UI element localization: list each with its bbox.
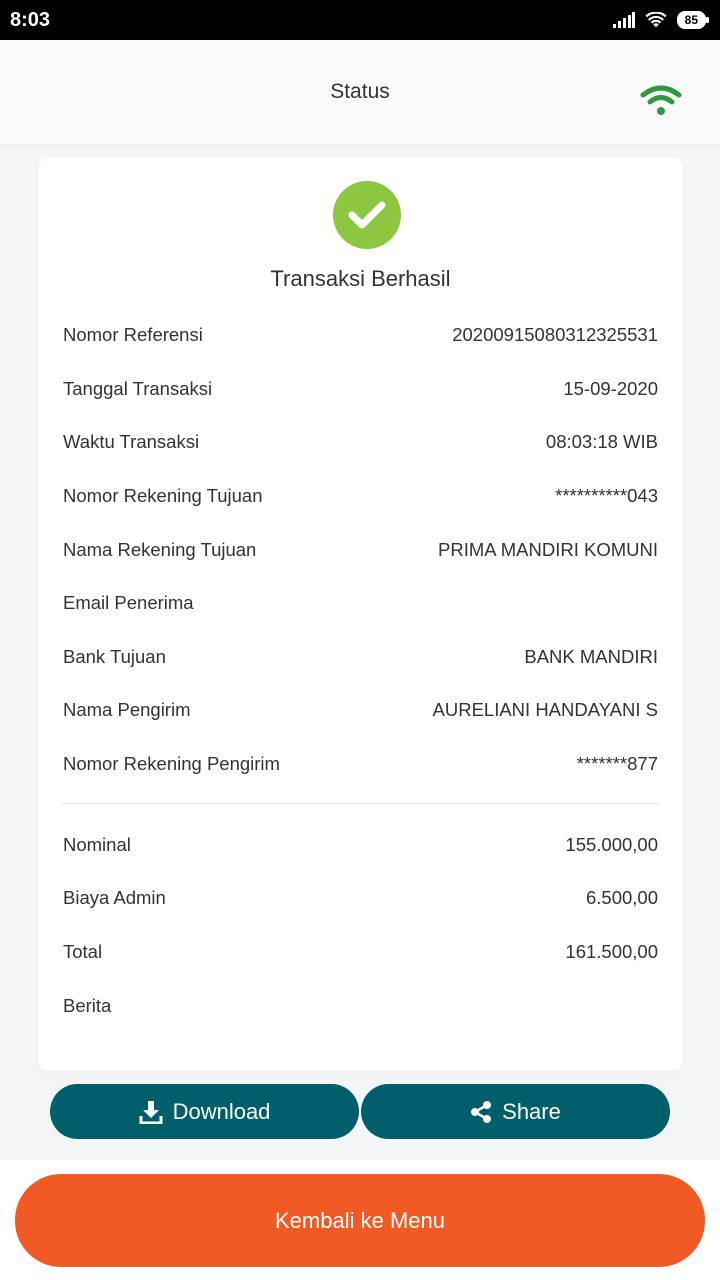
detail-label: Nomor Rekening Tujuan	[63, 485, 263, 506]
detail-value: 08:03:18 WIB	[545, 431, 658, 452]
back-to-menu-button[interactable]: Kembali ke Menu	[15, 1174, 705, 1267]
share-icon	[471, 1100, 492, 1123]
download-label: Download	[172, 1098, 271, 1124]
amount-row-message: Berita	[63, 991, 658, 1021]
detail-label: Nama Pengirim	[63, 699, 191, 720]
share-label: Share	[502, 1098, 561, 1124]
detail-label: Waktu Transaksi	[63, 431, 200, 452]
amount-label: Total	[63, 941, 103, 962]
detail-label: Nomor Referensi	[63, 324, 203, 345]
detail-row-reference: Nomor Referensi 20200915080312325531	[63, 320, 658, 350]
detail-row-destination-bank: Bank Tujuan BANK MANDIRI	[63, 642, 658, 672]
detail-value: *******877	[576, 753, 658, 774]
app-header: Status	[0, 40, 720, 145]
amount-label: Nominal	[63, 834, 131, 855]
detail-label: Nomor Rekening Pengirim	[63, 753, 280, 774]
detail-row-time: Waktu Transaksi 08:03:18 WIB	[63, 427, 658, 457]
detail-value: 15-09-2020	[563, 378, 658, 399]
detail-label: Email Penerima	[63, 592, 194, 613]
success-badge	[333, 181, 401, 249]
amount-row-total: Total 161.500,00	[63, 937, 658, 967]
detail-value: PRIMA MANDIRI KOMUNI	[438, 539, 658, 560]
detail-value: 20200915080312325531	[452, 324, 658, 345]
status-time: 8:03	[10, 8, 51, 31]
detail-row-destination-account: Nomor Rekening Tujuan **********043	[63, 481, 658, 511]
download-button[interactable]: Download	[50, 1084, 359, 1139]
download-icon	[139, 1100, 163, 1124]
detail-value: BANK MANDIRI	[524, 646, 658, 667]
page-title: Status	[330, 80, 390, 103]
amount-row-nominal: Nominal 155.000,00	[63, 830, 658, 860]
share-button[interactable]: Share	[361, 1084, 670, 1139]
status-icons: 85	[612, 11, 710, 29]
detail-label: Bank Tujuan	[63, 646, 166, 667]
amount-value: 161.500,00	[565, 941, 658, 962]
amount-label: Biaya Admin	[63, 887, 166, 908]
divider	[62, 803, 659, 804]
back-to-menu-label: Kembali ke Menu	[275, 1207, 445, 1233]
transaction-status-title: Transaksi Berhasil	[270, 266, 451, 291]
detail-value: **********043	[555, 485, 658, 506]
amount-row-admin-fee: Biaya Admin 6.500,00	[63, 883, 658, 913]
wifi-icon	[640, 85, 682, 115]
detail-value: AURELIANI HANDAYANI S	[432, 699, 658, 720]
detail-row-sender-account: Nomor Rekening Pengirim *******877	[63, 749, 658, 779]
status-bar: 8:03 85	[0, 0, 720, 40]
detail-label: Tanggal Transaksi	[63, 378, 213, 399]
detail-row-recipient-email: Email Penerima	[63, 588, 658, 618]
signal-icon	[612, 12, 635, 28]
wifi-status-icon	[645, 12, 667, 28]
detail-label: Nama Rekening Tujuan	[63, 539, 257, 560]
amount-value: 6.500,00	[585, 887, 658, 908]
check-icon	[348, 201, 386, 229]
battery-indicator: 85	[676, 11, 710, 29]
detail-row-sender-name: Nama Pengirim AURELIANI HANDAYANI S	[63, 695, 658, 725]
detail-row-destination-name: Nama Rekening Tujuan PRIMA MANDIRI KOMUN…	[63, 535, 658, 565]
amount-label: Berita	[63, 995, 112, 1016]
detail-row-date: Tanggal Transaksi 15-09-2020	[63, 374, 658, 404]
amount-value: 155.000,00	[565, 834, 658, 855]
receipt-card: Transaksi Berhasil Nomor Referensi 20200…	[38, 158, 683, 1071]
